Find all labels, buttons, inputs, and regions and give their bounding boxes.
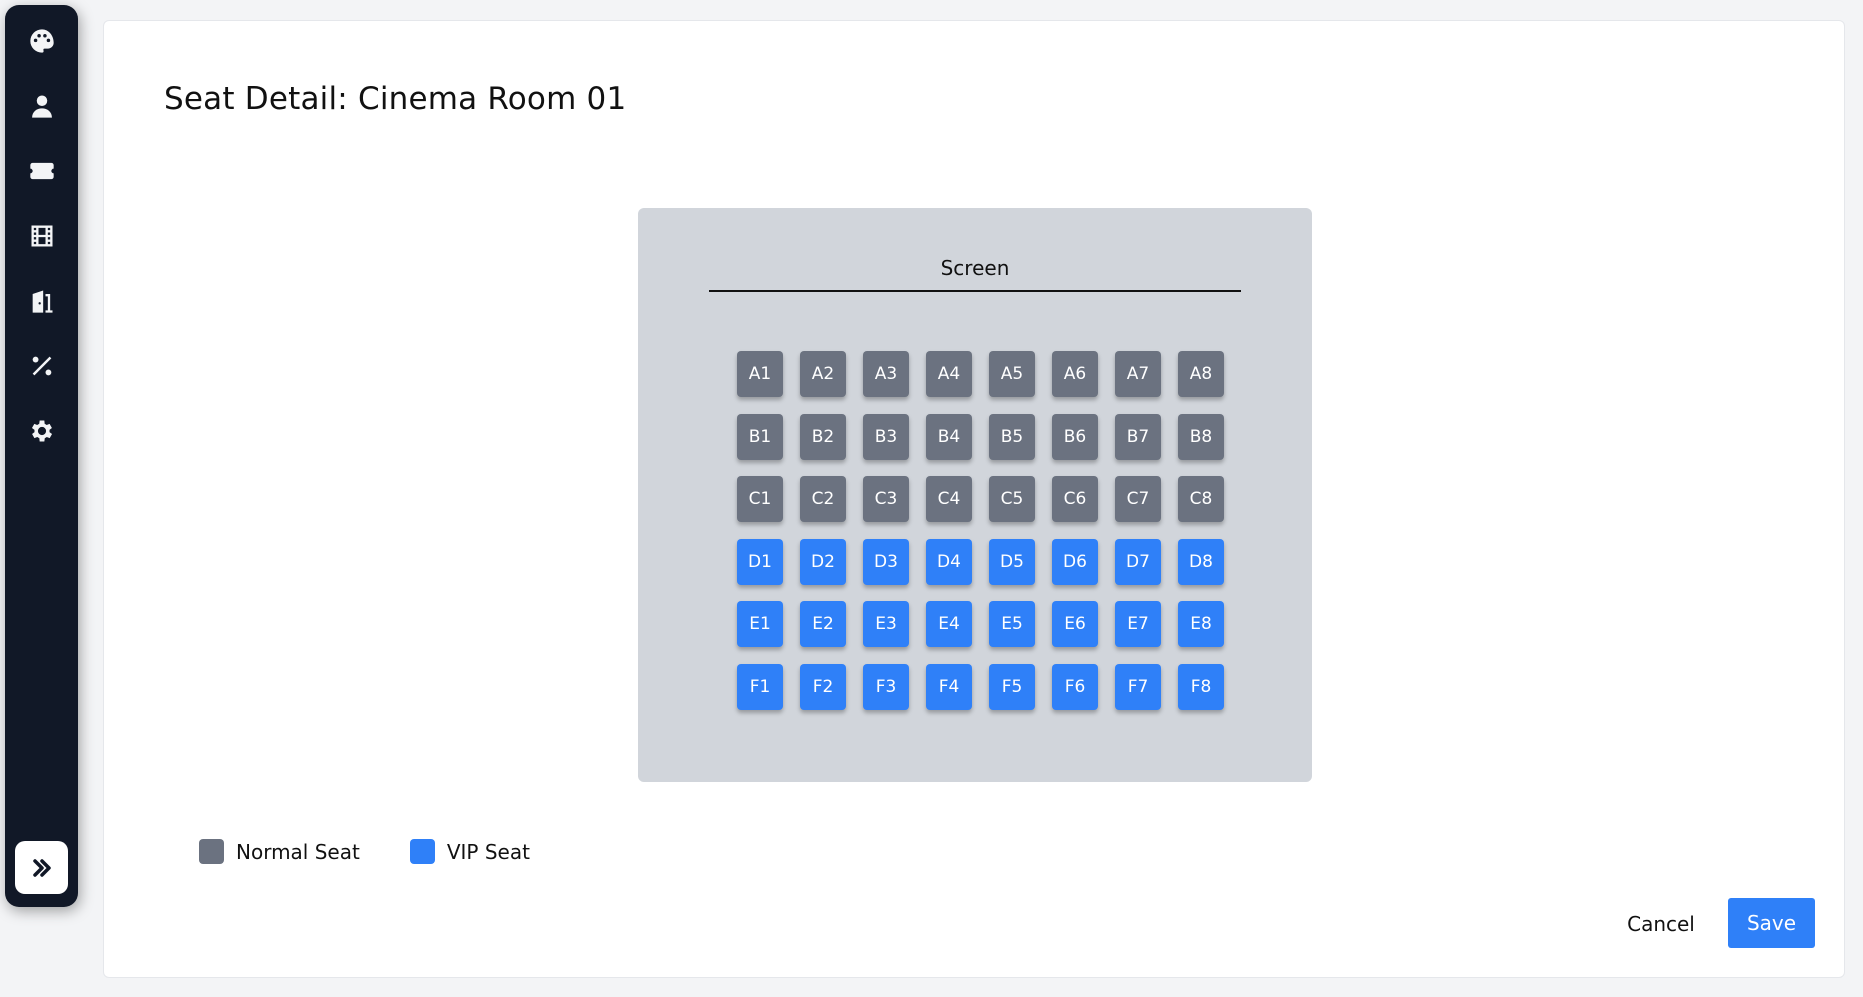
- seat-a3[interactable]: A3: [863, 351, 909, 397]
- seat-b4[interactable]: B4: [926, 413, 972, 460]
- seat-b3[interactable]: B3: [863, 413, 909, 460]
- seat-detail-card: Seat Detail: Cinema Room 01 Screen A1 A2 A…: [103, 20, 1845, 978]
- seat-legend: Normal Seat VIP Seat: [199, 839, 580, 864]
- seat-d1[interactable]: D1: [737, 538, 783, 585]
- palette-icon: [29, 29, 54, 53]
- sidebar-item-movies[interactable]: [5, 211, 78, 261]
- seat-a8[interactable]: A8: [1178, 351, 1224, 397]
- sidebar-item-rooms[interactable]: [5, 276, 78, 326]
- seat-a6[interactable]: A6: [1052, 351, 1098, 397]
- vip-seat-label: VIP Seat: [446, 839, 530, 864]
- seat-c6[interactable]: C6: [1052, 476, 1098, 523]
- screen-label: Screen: [940, 256, 1010, 280]
- film-icon: [31, 225, 52, 247]
- seat-a1[interactable]: A1: [737, 351, 783, 397]
- seat-b7[interactable]: B7: [1115, 413, 1161, 460]
- seat-e5[interactable]: E5: [989, 601, 1035, 648]
- sidebar-item-dashboard[interactable]: [5, 16, 78, 66]
- sidebar-item-discounts[interactable]: [5, 341, 78, 391]
- seat-d5[interactable]: D5: [989, 538, 1035, 585]
- seat-f5[interactable]: F5: [989, 663, 1035, 710]
- seat-d7[interactable]: D7: [1115, 538, 1161, 585]
- seat-d3[interactable]: D3: [863, 538, 909, 585]
- seat-e4[interactable]: E4: [926, 601, 972, 648]
- seat-e6[interactable]: E6: [1052, 601, 1098, 648]
- seat-f6[interactable]: F6: [1052, 663, 1098, 710]
- seat-d2[interactable]: D2: [800, 538, 846, 585]
- sidebar-item-settings[interactable]: [5, 406, 78, 456]
- user-icon: [31, 95, 52, 118]
- sidebar-item-users[interactable]: [5, 81, 78, 131]
- seat-f2[interactable]: F2: [800, 663, 846, 710]
- seat-b1[interactable]: B1: [737, 413, 783, 460]
- seat-a4[interactable]: A4: [926, 351, 972, 397]
- seat-a7[interactable]: A7: [1115, 351, 1161, 397]
- door-icon: [32, 290, 52, 313]
- legend-vip: VIP Seat: [409, 839, 530, 864]
- seat-b2[interactable]: B2: [800, 413, 846, 460]
- ticket-icon: [29, 162, 54, 180]
- seat-f4[interactable]: F4: [926, 663, 972, 710]
- seat-b6[interactable]: B6: [1052, 413, 1098, 460]
- seat-c5[interactable]: C5: [989, 476, 1035, 523]
- seat-b8[interactable]: B8: [1178, 413, 1224, 460]
- gear-icon: [31, 420, 52, 442]
- seat-grid: A1 A2 A3 A4 A5 A6 A7 A8 B1 B2 B3 B4 B5 B6 B7 B8 C1 C2 C3 C4…: [737, 351, 1224, 710]
- seat-e2[interactable]: E2: [800, 601, 846, 648]
- sidebar-item-tickets[interactable]: [5, 146, 78, 196]
- expand-sidebar-button[interactable]: [15, 841, 68, 894]
- seat-f8[interactable]: F8: [1178, 663, 1224, 710]
- seat-c4[interactable]: C4: [926, 476, 972, 523]
- seat-c3[interactable]: C3: [863, 476, 909, 523]
- normal-seat-swatch: [199, 839, 224, 864]
- seat-e3[interactable]: E3: [863, 601, 909, 648]
- seat-e7[interactable]: E7: [1115, 601, 1161, 648]
- seat-d4[interactable]: D4: [926, 538, 972, 585]
- seat-f7[interactable]: F7: [1115, 663, 1161, 710]
- save-button[interactable]: Save: [1728, 898, 1815, 948]
- seat-a2[interactable]: A2: [800, 351, 846, 397]
- cancel-button[interactable]: Cancel: [1616, 899, 1706, 949]
- seat-e8[interactable]: E8: [1178, 601, 1224, 648]
- vip-seat-swatch: [409, 839, 435, 864]
- seat-c7[interactable]: C7: [1115, 476, 1161, 523]
- seat-c8[interactable]: C8: [1178, 476, 1224, 523]
- seat-d8[interactable]: D8: [1178, 538, 1224, 585]
- seat-c2[interactable]: C2: [800, 476, 846, 523]
- page-title: Seat Detail: Cinema Room 01: [164, 81, 627, 117]
- screen-line: [709, 290, 1241, 292]
- normal-seat-label: Normal Seat: [236, 839, 360, 864]
- seat-b5[interactable]: B5: [989, 413, 1035, 460]
- double-chevron-right-icon: [32, 858, 51, 877]
- seat-f3[interactable]: F3: [863, 663, 909, 710]
- seat-e1[interactable]: E1: [737, 601, 783, 648]
- sidebar: [5, 5, 78, 907]
- seat-f1[interactable]: F1: [737, 663, 783, 710]
- percent-icon: [32, 356, 51, 376]
- cinema-room-layout: Screen A1 A2 A3 A4 A5 A6 A7 A8 B1 B2 B3 B4 B5 B6 B7 B8 C…: [638, 208, 1312, 782]
- seat-a5[interactable]: A5: [989, 351, 1035, 397]
- seat-c1[interactable]: C1: [737, 476, 783, 523]
- seat-d6[interactable]: D6: [1052, 538, 1098, 585]
- legend-normal: Normal Seat: [199, 839, 360, 864]
